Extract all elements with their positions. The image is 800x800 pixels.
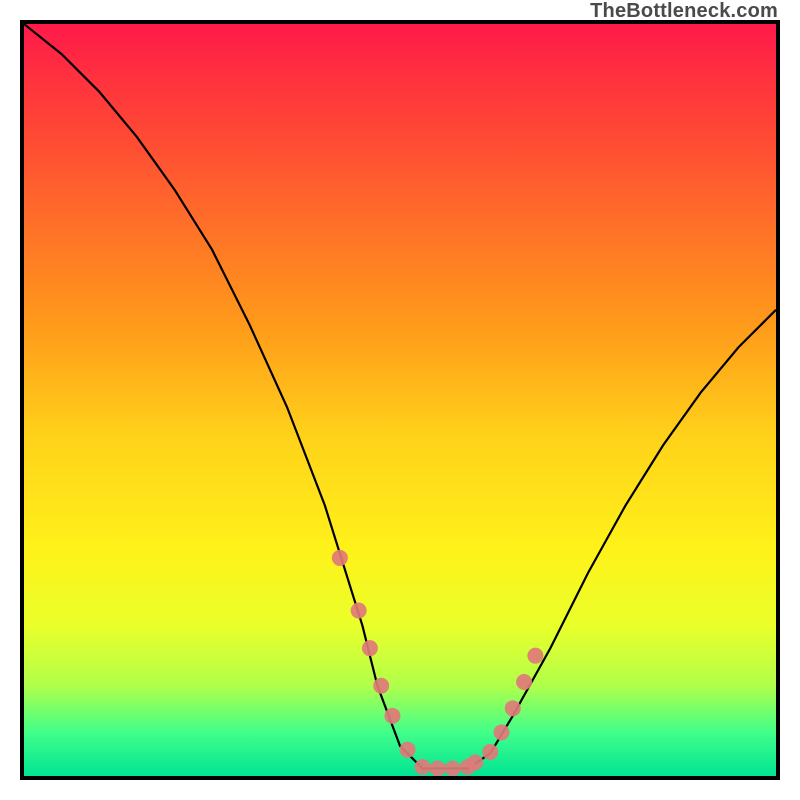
marker-dot — [332, 550, 348, 566]
marker-dot — [505, 700, 521, 716]
marker-dot — [351, 603, 367, 619]
marker-dot — [516, 674, 532, 690]
marker-dot — [494, 724, 510, 740]
marker-dot — [445, 760, 461, 776]
bottleneck-curve — [24, 24, 776, 768]
marker-dot — [373, 678, 389, 694]
marker-dot — [467, 754, 483, 770]
marker-dot — [430, 760, 446, 776]
chart-plot-area — [20, 20, 780, 780]
watermark-text: TheBottleneck.com — [590, 0, 778, 23]
marker-dot — [362, 640, 378, 656]
marker-dot — [527, 648, 543, 664]
marker-group — [332, 550, 544, 776]
marker-dot — [482, 744, 498, 760]
marker-dot — [415, 759, 431, 775]
chart-svg — [24, 24, 776, 776]
marker-dot — [400, 742, 416, 758]
marker-dot — [384, 708, 400, 724]
